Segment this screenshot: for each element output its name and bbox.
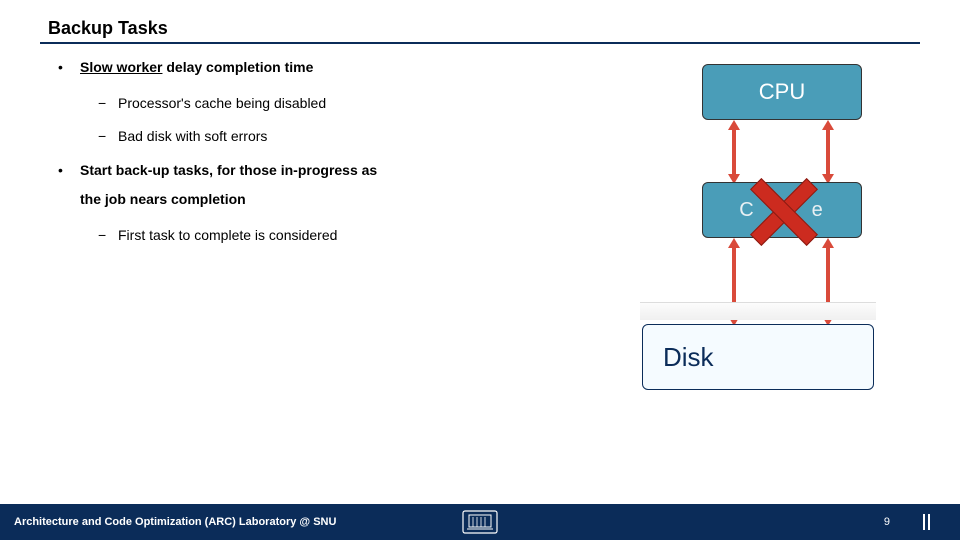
cpu-box: CPU	[702, 64, 862, 120]
bullet-strong: Start back-up tasks,	[80, 162, 213, 178]
footer-logo-icon	[461, 509, 499, 535]
bullet-2-cont: the job nears completion	[58, 190, 568, 210]
footer-bars-icon	[923, 514, 930, 530]
title-rule	[40, 42, 920, 44]
x-mark-icon	[740, 176, 820, 246]
bullet-dot: •	[58, 161, 80, 181]
content-area: • Slow worker delay completion time − Pr…	[58, 58, 568, 260]
slide: Backup Tasks • Slow worker delay complet…	[0, 0, 960, 540]
dash: −	[98, 127, 118, 147]
bullet-rest: delay completion time	[162, 59, 313, 75]
bullet-rest: for those in-progress as	[213, 162, 377, 178]
footer-lab-text: Architecture and Code Optimization (ARC)…	[14, 516, 336, 528]
sub-text: Bad disk with soft errors	[118, 127, 267, 147]
sub-text: First task to complete is considered	[118, 226, 337, 246]
sub-bullet-3: − First task to complete is considered	[98, 226, 568, 246]
bullet-text: Start back-up tasks, for those in-progre…	[80, 161, 568, 181]
dash: −	[98, 226, 118, 246]
shelf	[640, 302, 876, 320]
sub-bullet-2: − Bad disk with soft errors	[98, 127, 568, 147]
bullet-text: Slow worker delay completion time	[80, 58, 568, 78]
bullet-dot: •	[58, 58, 80, 78]
slide-title: Backup Tasks	[48, 18, 168, 39]
page-number: 9	[884, 516, 890, 528]
bullet-text: the job nears completion	[80, 190, 568, 210]
diagram: CPU Ce Disk	[612, 64, 902, 394]
sub-text: Processor's cache being disabled	[118, 94, 326, 114]
dash: −	[98, 94, 118, 114]
sub-bullet-1: − Processor's cache being disabled	[98, 94, 568, 114]
disk-box: Disk	[642, 324, 874, 390]
bullet-1: • Slow worker delay completion time	[58, 58, 568, 78]
footer-bar: Architecture and Code Optimization (ARC)…	[0, 504, 960, 540]
bullet-strong: Slow worker	[80, 59, 162, 75]
bullet-2: • Start back-up tasks, for those in-prog…	[58, 161, 568, 181]
